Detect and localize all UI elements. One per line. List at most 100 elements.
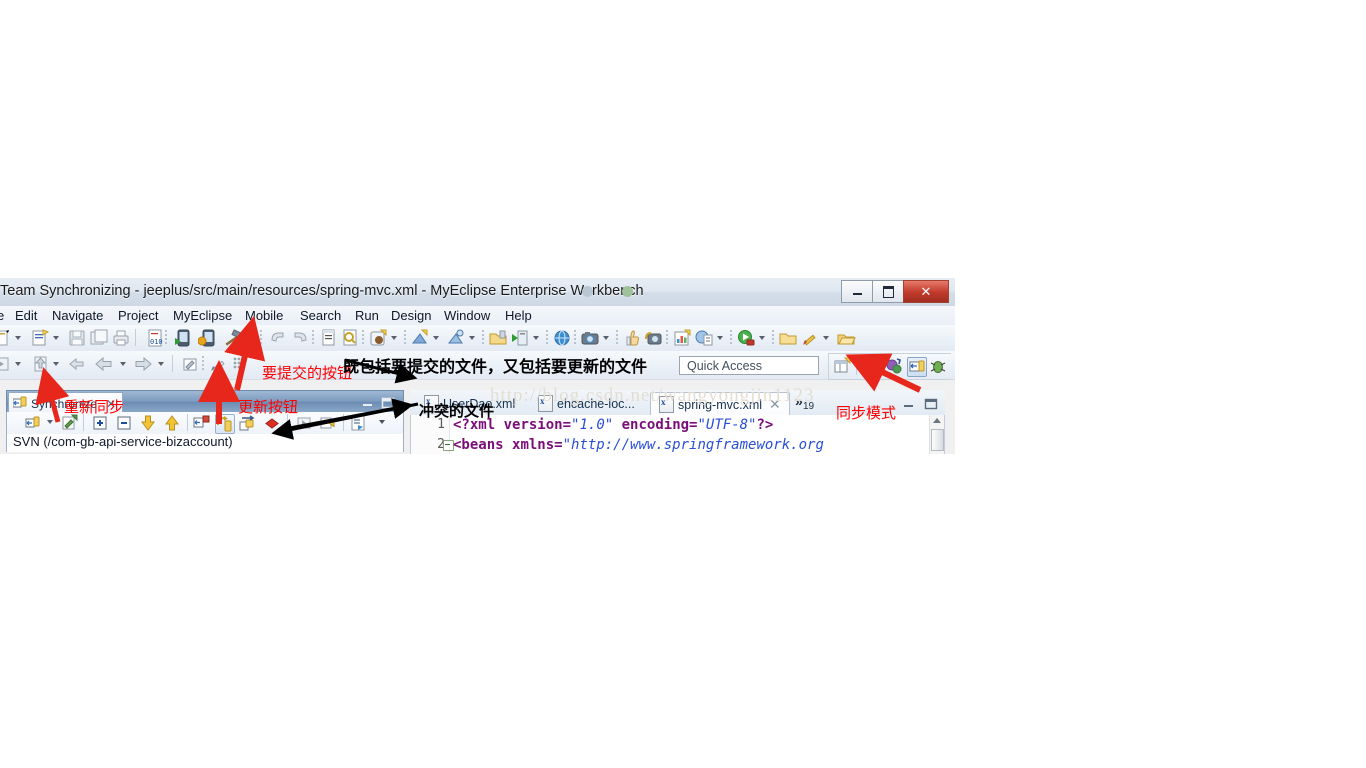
scroll-up-arrow-icon[interactable]	[933, 418, 941, 423]
camera-dropdown-arrow[interactable]	[603, 336, 609, 340]
collapse-all-icon[interactable]	[115, 414, 133, 432]
commit-changes-icon[interactable]	[193, 414, 211, 432]
debug-device-icon[interactable]	[197, 328, 218, 348]
forward-dropdown-arrow[interactable]	[158, 362, 164, 366]
open-type-icon[interactable]	[318, 328, 338, 348]
external-tools-icon[interactable]	[0, 354, 12, 374]
menu-run[interactable]: Run	[350, 307, 384, 324]
next-change-icon[interactable]	[319, 414, 337, 432]
editor-vertical-scrollbar[interactable]	[929, 415, 944, 454]
open-perspective-icon[interactable]	[833, 357, 851, 375]
new-annotation-icon[interactable]	[180, 354, 200, 374]
deploy-wizard-icon[interactable]	[410, 328, 430, 348]
deploy-dropdown-arrow[interactable]	[433, 336, 439, 340]
editor-tab-spring-mvc-xml[interactable]: spring-mvc.xml ✕	[650, 392, 790, 416]
perspective-grid-icon[interactable]	[230, 354, 250, 374]
save-icon[interactable]	[67, 328, 87, 348]
code-editor-body[interactable]: 1 2 <?xml version="1.0" encoding="UTF-8"…	[410, 415, 945, 454]
web-browser-icon[interactable]	[552, 328, 572, 348]
window-close-button[interactable]: ✕	[903, 280, 949, 303]
search-doc-icon[interactable]	[340, 328, 360, 348]
new-bean-icon[interactable]	[368, 328, 388, 348]
report-chart-icon[interactable]	[672, 328, 692, 348]
menu-edit[interactable]: Edit	[10, 307, 42, 324]
build-dropdown-arrow[interactable]	[246, 336, 252, 340]
server-deploy-dropdown-arrow[interactable]	[469, 336, 475, 340]
editor-minimize-button[interactable]	[902, 397, 916, 409]
menu-mobile[interactable]: Mobile	[240, 307, 288, 324]
synchronize-dropdown-arrow[interactable]	[47, 420, 53, 424]
forward-nav-left-icon[interactable]	[94, 354, 114, 374]
close-icon[interactable]: ✕	[769, 396, 781, 413]
back-nav-icon[interactable]	[67, 354, 87, 374]
both-ways-sync-icon[interactable]	[239, 414, 257, 432]
view-maximize-button[interactable]	[381, 396, 395, 409]
synchronize-mode-icon[interactable]	[25, 414, 43, 432]
incoming-mode-icon[interactable]	[139, 414, 157, 432]
expand-all-icon[interactable]	[91, 414, 109, 432]
binary-doc-icon[interactable]: 010	[145, 328, 165, 348]
build-hammer-icon[interactable]	[222, 328, 242, 348]
menu-window[interactable]: Window	[439, 307, 495, 324]
new-project-icon[interactable]	[30, 328, 50, 348]
undo-icon[interactable]	[268, 328, 288, 348]
commit-up-icon[interactable]	[30, 354, 50, 374]
camera-undo-icon[interactable]	[644, 328, 664, 348]
forward-nav-icon[interactable]	[133, 354, 153, 374]
run-as-dropdown-arrow[interactable]	[759, 336, 765, 340]
open-folder-2-icon[interactable]	[836, 328, 856, 348]
menu-navigate[interactable]: Navigate	[47, 307, 108, 324]
menu-file[interactable]: e	[0, 307, 9, 324]
debug-perspective-icon[interactable]	[929, 357, 947, 375]
window-maximize-button[interactable]	[872, 280, 903, 303]
editor-tab-ehcache-local[interactable]: ehcache-loc...	[530, 392, 643, 415]
open-folder-run-icon[interactable]	[488, 328, 508, 348]
menu-project[interactable]: Project	[113, 307, 163, 324]
web-doc-dropdown-arrow[interactable]	[717, 336, 723, 340]
view-minimize-button[interactable]	[361, 396, 375, 408]
menu-design[interactable]: Design	[386, 307, 436, 324]
back-dropdown-arrow[interactable]	[120, 362, 126, 366]
pen-edit-icon[interactable]	[800, 328, 820, 348]
run-server-dropdown-arrow[interactable]	[533, 336, 539, 340]
server-deploy-icon[interactable]	[446, 328, 466, 348]
view-menu-arrow[interactable]	[379, 420, 385, 424]
window-minimize-button[interactable]	[841, 280, 872, 303]
external-tools-dropdown-arrow[interactable]	[15, 362, 21, 366]
new-synchronization-icon[interactable]	[61, 414, 79, 432]
pencil-icon[interactable]	[208, 354, 228, 374]
new-bean-dropdown-arrow[interactable]	[391, 336, 397, 340]
update-changes-icon[interactable]	[215, 414, 235, 434]
menu-myeclipse[interactable]: MyEclipse	[168, 307, 237, 324]
save-all-icon[interactable]	[89, 328, 109, 348]
pen-dropdown-arrow[interactable]	[823, 336, 829, 340]
editor-tab-userdao-xml[interactable]: UserDao.xml	[416, 392, 523, 415]
editor-tab-overflow-chevron[interactable]: »	[795, 393, 803, 409]
new-dropdown-arrow[interactable]	[15, 336, 21, 340]
java-perspective-icon[interactable]	[885, 357, 903, 375]
screenshot-camera-icon[interactable]	[580, 328, 600, 348]
commit-dropdown-arrow[interactable]	[53, 362, 59, 366]
new-wizard-icon[interactable]	[0, 328, 12, 348]
quick-access-input[interactable]: Quick Access	[679, 356, 819, 375]
tab-synchronize[interactable]: Synchronize ✕	[8, 392, 124, 414]
open-folder-icon[interactable]	[778, 328, 798, 348]
team-synchronizing-perspective-icon[interactable]	[907, 357, 927, 377]
menu-help[interactable]: Help	[500, 307, 537, 324]
scrollbar-thumb[interactable]	[931, 429, 944, 451]
redo-icon[interactable]	[290, 328, 310, 348]
run-server-icon[interactable]	[510, 328, 530, 348]
run-as-icon[interactable]	[736, 328, 756, 348]
run-device-icon[interactable]	[173, 328, 193, 348]
editor-maximize-button[interactable]	[924, 397, 938, 410]
outgoing-mode-icon[interactable]	[163, 414, 181, 432]
close-icon[interactable]: ✕	[106, 397, 116, 411]
myeclipse-perspective-icon[interactable]	[863, 357, 881, 375]
new-project-dropdown-arrow[interactable]	[53, 336, 59, 340]
open-in-compare-icon[interactable]	[349, 414, 367, 432]
print-icon[interactable]	[111, 328, 131, 348]
conflicts-filter-icon[interactable]	[263, 414, 281, 432]
thumbs-up-icon[interactable]	[622, 328, 642, 348]
menu-search[interactable]: Search	[295, 307, 346, 324]
previous-change-icon[interactable]	[295, 414, 313, 432]
